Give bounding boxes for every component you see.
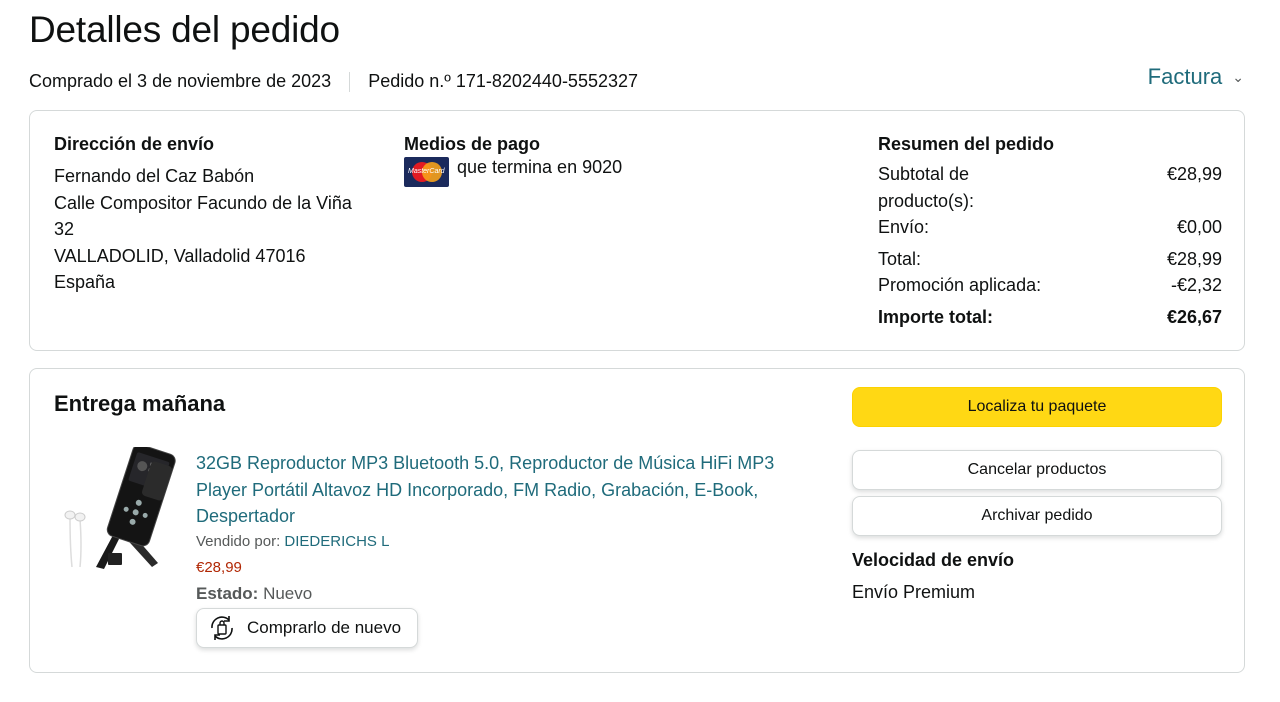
shipping-address: Fernando del Caz Babón Calle Compositor … — [54, 163, 352, 296]
summary-row: Promoción aplicada: -€2,32 — [878, 272, 1222, 299]
delivery-box: Entrega mañana 32GB Reproductor MP3 Blue… — [29, 368, 1245, 673]
summary-label: Total: — [878, 248, 922, 269]
summary-row: Envío: €0,00 — [878, 214, 1222, 241]
page-title: Detalles del pedido — [29, 9, 340, 50]
address-line: España — [54, 272, 116, 292]
summary-value: €0,00 — [1176, 217, 1222, 237]
mastercard-icon: MasterCard — [404, 157, 449, 187]
summary-total-row: Importe total: €26,67 — [878, 304, 1222, 331]
address-line: Calle Compositor Facundo de la Viña — [54, 192, 352, 213]
address-line: VALLADOLID, Valladolid 47016 — [54, 245, 306, 266]
buy-again-label: Comprarlo de nuevo — [247, 618, 402, 637]
summary-value: €26,67 — [1166, 306, 1222, 327]
chevron-down-icon: ⌄ — [1232, 68, 1244, 85]
summary-label: Envío: — [878, 217, 930, 237]
seller-link[interactable]: DIEDERICHS L — [284, 533, 389, 550]
meta-divider — [349, 71, 351, 92]
invoice-label: Factura — [1147, 64, 1223, 89]
delivery-heading: Entrega mañana — [54, 391, 226, 416]
summary-value: -€2,32 — [1170, 275, 1222, 295]
summary-label: Importe total: — [878, 306, 993, 327]
summary-row: Total: €28,99 — [878, 246, 1222, 273]
summary-label: Promoción aplicada: — [878, 275, 1042, 295]
address-line: 32 — [54, 219, 75, 239]
payment-heading: Medios de pago — [404, 134, 541, 154]
product-condition: Estado: Nuevo — [196, 584, 312, 604]
order-details-page: Detalles del pedido Comprado el 3 de nov… — [0, 0, 1280, 702]
card-ending: que termina en 9020 — [457, 157, 623, 177]
cancel-items-button[interactable]: Cancelar productos — [852, 450, 1222, 490]
track-package-button[interactable]: Localiza tu paquete — [852, 387, 1222, 427]
payment-method: MasterCard que termina en 9020 — [404, 157, 622, 187]
shipping-speed-heading: Velocidad de envío — [852, 550, 1015, 570]
buy-again-button[interactable]: Comprarlo de nuevo — [196, 608, 419, 648]
product-price: €28,99 — [196, 559, 242, 576]
shipping-speed-value: Envío Premium — [852, 582, 976, 602]
invoice-dropdown[interactable]: Factura ⌄ — [1148, 64, 1244, 90]
seller-label: Vendido por: — [196, 533, 281, 550]
address-line: Fernando del Caz Babón — [54, 166, 255, 186]
buy-again-icon — [211, 616, 233, 640]
product-image[interactable] — [58, 447, 182, 571]
product-title-link[interactable]: 32GB Reproductor MP3 Bluetooth 5.0, Repr… — [196, 450, 806, 530]
purchase-date: Comprado el 3 de noviembre de 2023 — [29, 71, 332, 91]
order-summary: Subtotal de producto(s): €28,99 Envío: €… — [878, 161, 1222, 330]
order-meta: Comprado el 3 de noviembre de 2023 Pedid… — [29, 71, 638, 92]
archive-order-button[interactable]: Archivar pedido — [852, 496, 1222, 536]
shipping-address-heading: Dirección de envío — [54, 134, 215, 154]
order-number: Pedido n.º 171-8202440-5552327 — [368, 71, 639, 91]
seller-info: Vendido por: DIEDERICHS L — [196, 533, 389, 550]
order-info-box: Dirección de envío Fernando del Caz Babó… — [29, 110, 1245, 351]
condition-value: Nuevo — [263, 584, 313, 603]
summary-value: €28,99 — [1166, 248, 1222, 269]
condition-label: Estado: — [196, 584, 259, 603]
summary-heading: Resumen del pedido — [878, 134, 1055, 154]
summary-row: Subtotal de producto(s): €28,99 — [878, 161, 1222, 214]
summary-value: €28,99 — [1166, 164, 1222, 184]
summary-label: Subtotal de producto(s): — [878, 164, 975, 211]
